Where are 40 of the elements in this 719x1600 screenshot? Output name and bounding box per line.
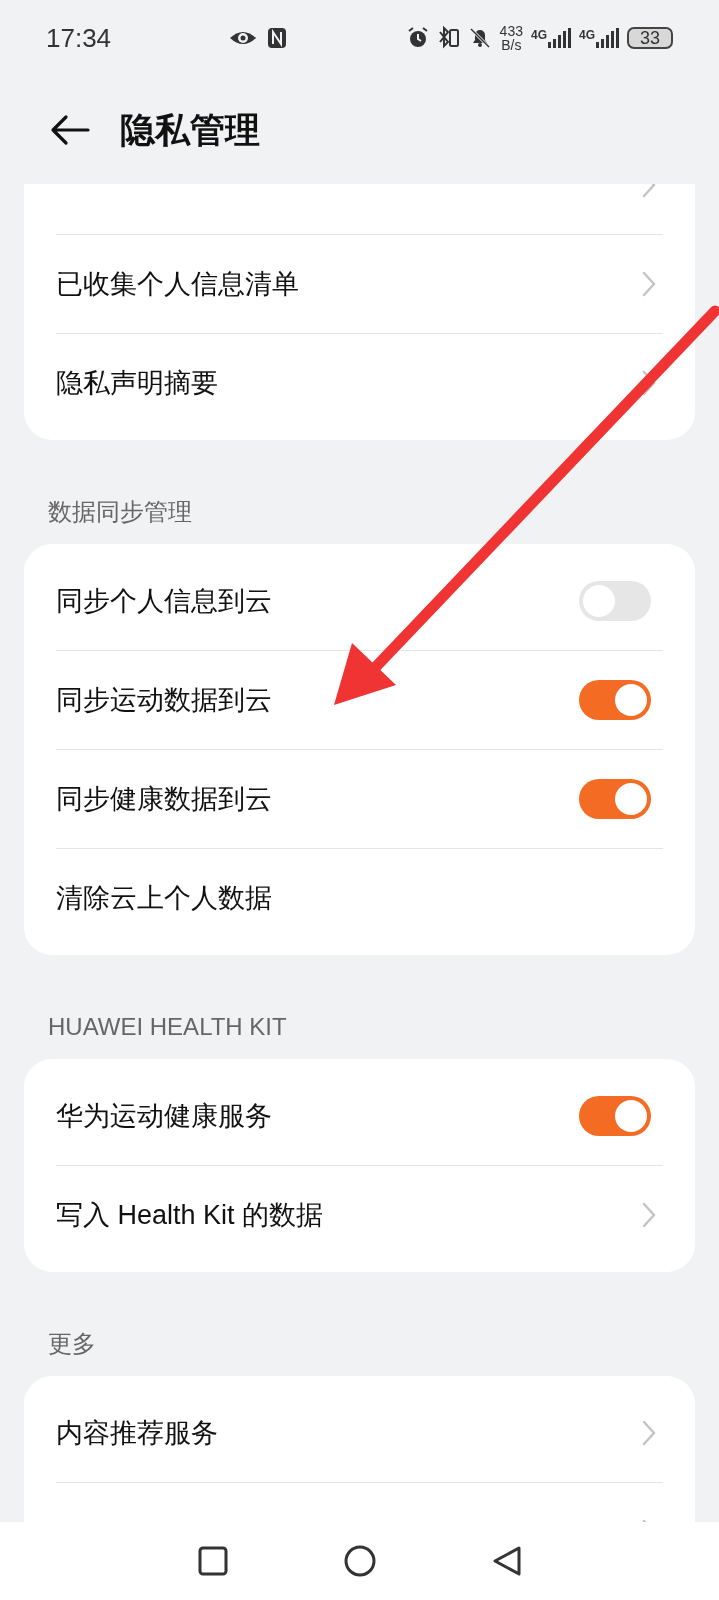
toggle-switch[interactable]: [579, 581, 651, 621]
back-arrow-icon: [50, 114, 90, 146]
setting-label[interactable]: 同步健康数据到云: [56, 781, 579, 817]
square-icon: [197, 1546, 228, 1576]
toggle-switch[interactable]: [579, 680, 651, 720]
network-speed-unit: B/s: [501, 38, 522, 52]
setting-label[interactable]: 同步个人信息到云: [56, 583, 579, 619]
home-button[interactable]: [343, 1545, 376, 1577]
toggle-switch[interactable]: [579, 1096, 651, 1136]
toggle-switch[interactable]: [579, 779, 651, 819]
chevron-right-icon: [641, 1202, 657, 1228]
back-button[interactable]: [491, 1545, 522, 1577]
chevron-right-icon: [641, 271, 657, 297]
section-header: 数据同步管理: [47, 497, 193, 527]
bell-muted-icon: [467, 26, 492, 50]
circle-icon: [343, 1545, 376, 1577]
setting-label[interactable]: 内容推荐服务: [56, 1415, 641, 1451]
network-type-label: 4G: [579, 28, 595, 42]
battery-level: 33: [627, 27, 673, 49]
nfc-icon: [267, 27, 288, 49]
page-title: 隐私管理: [120, 108, 260, 151]
section-header: HUAWEI HEALTH KIT: [47, 1012, 288, 1042]
section-header: 更多: [47, 1329, 97, 1359]
signal-icon: [548, 28, 571, 48]
clock-time: 17:34: [46, 22, 112, 54]
setting-label[interactable]: 清除云上个人数据: [56, 880, 663, 916]
chevron-right-icon: [641, 1420, 657, 1446]
recent-apps-button[interactable]: [197, 1546, 228, 1576]
network-speed-value: 433: [499, 24, 523, 38]
setting-label[interactable]: 已收集个人信息清单: [56, 266, 641, 302]
network-type-label: 4G: [530, 28, 547, 42]
chevron-right-icon: [641, 370, 657, 396]
back-button[interactable]: [50, 114, 90, 146]
setting-label[interactable]: 华为运动健康服务: [56, 1098, 579, 1134]
signal-icon: [596, 28, 619, 48]
setting-label[interactable]: 写入 Health Kit 的数据: [56, 1197, 641, 1233]
setting-label[interactable]: 隐私声明摘要: [56, 365, 641, 401]
bluetooth-battery-icon: [437, 26, 460, 50]
setting-label[interactable]: 同步运动数据到云: [56, 682, 579, 718]
triangle-icon: [491, 1545, 522, 1577]
